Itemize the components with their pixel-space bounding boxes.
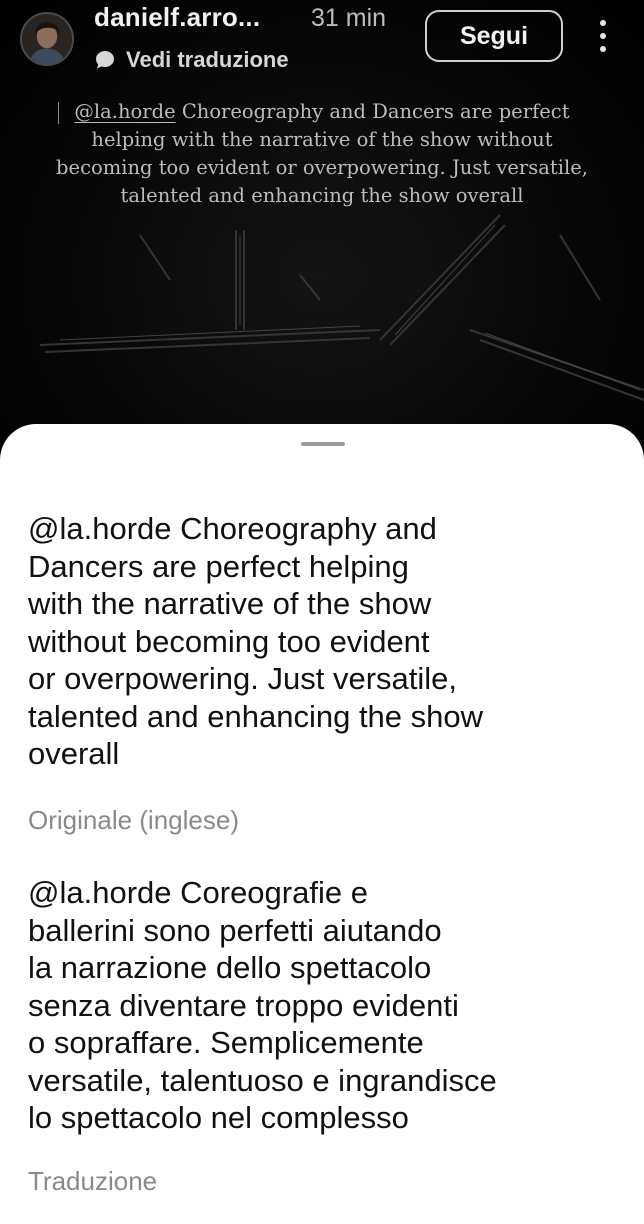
caption-marker [58, 102, 59, 124]
caption-mention[interactable]: @la.horde [74, 100, 175, 123]
avatar-image [22, 14, 72, 64]
translation-label: Traduzione [28, 1166, 158, 1196]
post-time: 31 min [311, 4, 387, 32]
original-language-label: Originale (inglese) [28, 805, 239, 835]
see-translation-link[interactable]: Vedi traduzione [94, 46, 289, 74]
original-text: @la.horde Choreography and Dancers are p… [28, 510, 628, 773]
drag-handle[interactable] [301, 442, 345, 446]
translation-sheet: @la.horde Choreography and Dancers are p… [0, 424, 644, 1224]
story-caption: @la.horde Choreography and Dancers are p… [52, 98, 592, 210]
story-background: danielf.arro... 31 min Vedi traduzione S… [0, 0, 644, 460]
more-vertical-icon[interactable] [590, 20, 616, 56]
translated-mention[interactable]: @la.horde [28, 875, 172, 910]
original-mention[interactable]: @la.horde [28, 511, 172, 546]
follow-button[interactable]: Segui [425, 10, 563, 62]
avatar[interactable] [20, 12, 74, 66]
post-header: danielf.arro... 31 min Vedi traduzione S… [0, 0, 644, 84]
original-body: Choreography and Dancers are perfect hel… [28, 511, 484, 771]
translated-body: Coreografie e ballerini sono perfetti ai… [28, 875, 497, 1135]
username[interactable]: danielf.arro... [94, 2, 260, 33]
translated-text: @la.horde Coreografie e ballerini sono p… [28, 874, 628, 1137]
speech-bubble-icon [96, 51, 114, 69]
see-translation-label: Vedi traduzione [126, 47, 289, 72]
